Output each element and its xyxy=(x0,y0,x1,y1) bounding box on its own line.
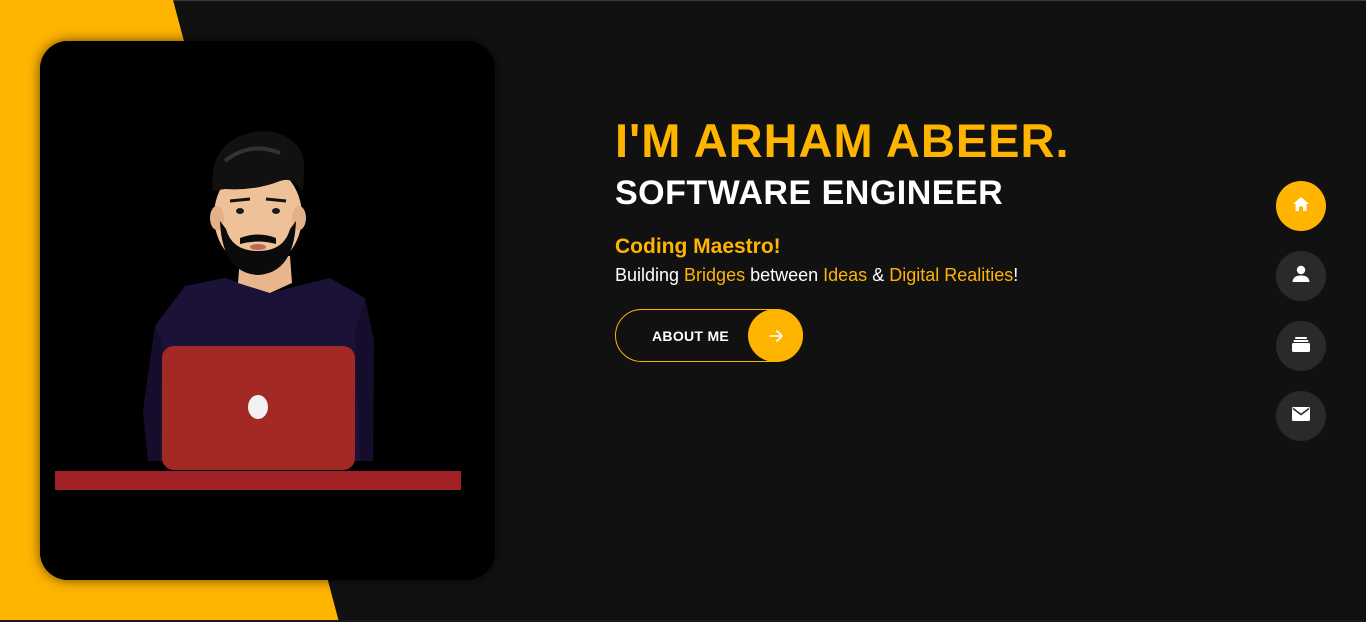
nav-contact-button[interactable] xyxy=(1276,391,1326,441)
side-navigation xyxy=(1276,181,1326,461)
top-divider xyxy=(0,0,1366,1)
nav-portfolio-button[interactable] xyxy=(1276,321,1326,371)
briefcase-icon xyxy=(1291,335,1311,358)
subline-highlight-bridges: Bridges xyxy=(684,265,746,285)
about-me-label: ABOUT ME xyxy=(652,327,730,344)
subline-text: ! xyxy=(1013,265,1019,285)
hero-subtitle: SOFTWARE ENGINEER xyxy=(615,174,1004,212)
arrow-right-icon xyxy=(748,309,803,362)
profile-illustration xyxy=(40,41,495,580)
hero-title: I'M ARHAM ABEER. xyxy=(615,114,1070,167)
subline-text: Building xyxy=(615,265,685,285)
home-icon xyxy=(1292,195,1310,218)
nav-home-button[interactable] xyxy=(1276,181,1326,231)
hero-subline: Building Bridges between Ideas & Digital… xyxy=(615,264,1215,286)
user-icon xyxy=(1291,264,1311,289)
nav-about-button[interactable] xyxy=(1276,251,1326,301)
subline-highlight-ideas: Ideas xyxy=(823,265,868,285)
about-me-button[interactable]: ABOUT ME xyxy=(615,309,803,362)
subline-text: between xyxy=(745,265,824,285)
subline-text: & xyxy=(867,265,890,285)
hero-section: I'M ARHAM ABEER. SOFTWARE ENGINEER Codin… xyxy=(615,116,1215,286)
hero-tagline: Coding Maestro! xyxy=(615,235,781,258)
subline-highlight-digital-realities: Digital Realities xyxy=(889,265,1014,285)
mail-icon xyxy=(1292,406,1310,426)
